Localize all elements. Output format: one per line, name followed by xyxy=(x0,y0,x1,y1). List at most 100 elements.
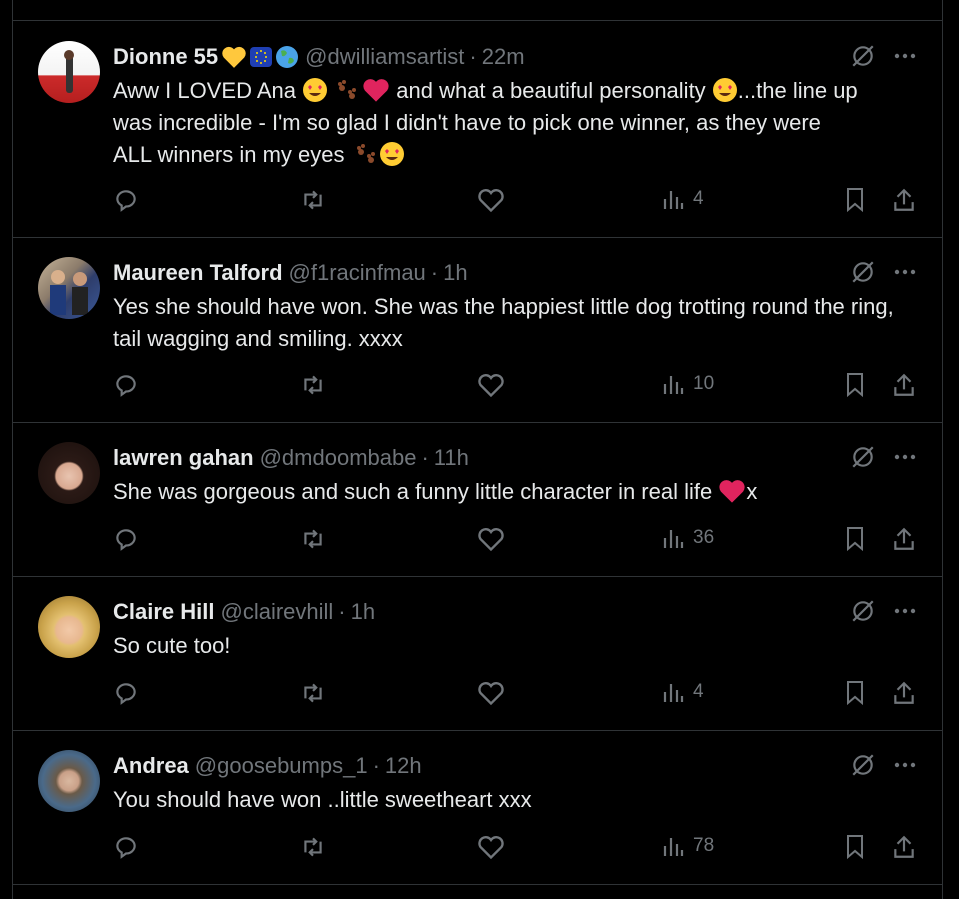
like-button[interactable] xyxy=(477,834,505,860)
reply-button[interactable] xyxy=(113,187,139,213)
repost-button[interactable] xyxy=(299,526,327,552)
grok-icon[interactable] xyxy=(850,752,876,778)
reply-text: Yes she should have won. She was the hap… xyxy=(113,294,894,351)
user-handle[interactable]: @goosebumps_1 xyxy=(195,753,368,779)
views-button[interactable]: 10 xyxy=(661,372,714,396)
user-handle[interactable]: @dwilliamsartist xyxy=(305,44,464,70)
share-button[interactable] xyxy=(891,372,917,398)
views-button[interactable]: 78 xyxy=(661,834,714,858)
globe-icon xyxy=(276,46,299,68)
grok-icon[interactable] xyxy=(850,43,876,69)
bookmark-button[interactable] xyxy=(843,372,867,398)
user-handle[interactable]: @f1racinfmau xyxy=(289,260,426,286)
bookmark-icon xyxy=(847,681,863,706)
repost-button[interactable] xyxy=(299,187,327,213)
heart-icon xyxy=(478,528,504,552)
views-count: 4 xyxy=(693,188,704,209)
heart-icon xyxy=(478,374,504,398)
reply-text-part: and what a beautiful personality xyxy=(390,78,712,103)
user-handle[interactable]: @clairevhill xyxy=(220,599,333,625)
reply-button[interactable] xyxy=(113,680,139,706)
views-button[interactable]: 4 xyxy=(661,680,704,704)
like-button[interactable] xyxy=(477,526,505,552)
bookmark-button[interactable] xyxy=(843,834,867,860)
share-button[interactable] xyxy=(891,187,917,213)
timestamp[interactable]: 1h xyxy=(443,260,467,286)
reply-item[interactable]: Maureen Talford @f1racinfmau · 1h Yes sh… xyxy=(13,237,942,423)
display-name[interactable]: Andrea xyxy=(113,753,189,779)
bookmark-icon xyxy=(847,188,863,213)
heart-eyes-emoji-icon xyxy=(379,142,404,166)
views-button[interactable]: 4 xyxy=(661,187,704,211)
views-button[interactable]: 36 xyxy=(661,526,714,550)
more-icon[interactable] xyxy=(894,53,916,59)
reply-text-part: Aww I LOVED Ana xyxy=(113,78,303,103)
share-button[interactable] xyxy=(891,526,917,552)
reply-actions: 10 xyxy=(113,372,916,404)
reply-actions: 4 xyxy=(113,680,916,712)
reply-header: Claire Hill @clairevhill · 1h xyxy=(113,596,852,628)
grok-icon[interactable] xyxy=(850,444,876,470)
reply-icon xyxy=(116,190,136,212)
repost-icon xyxy=(304,375,322,395)
display-name[interactable]: Maureen Talford xyxy=(113,260,283,286)
reply-button[interactable] xyxy=(113,526,139,552)
yellow-heart-icon xyxy=(222,46,246,68)
separator: · xyxy=(372,753,380,778)
reply-corner-actions xyxy=(850,752,916,778)
views-count: 10 xyxy=(693,373,715,394)
repost-button[interactable] xyxy=(299,372,327,398)
avatar[interactable] xyxy=(38,442,100,504)
grok-icon[interactable] xyxy=(850,259,876,285)
share-button[interactable] xyxy=(891,834,917,860)
bookmark-button[interactable] xyxy=(843,680,867,706)
timestamp[interactable]: 1h xyxy=(351,599,375,625)
reply-item[interactable]: Claire Hill @clairevhill · 1h So cute to… xyxy=(13,576,942,731)
paw-prints-emoji-icon xyxy=(338,80,357,99)
eu-flag-icon xyxy=(250,47,273,67)
avatar[interactable] xyxy=(38,750,100,812)
bookmark-button[interactable] xyxy=(843,526,867,552)
repost-icon xyxy=(304,683,322,703)
reply-text-part: ...the line up xyxy=(737,78,858,103)
separator: · xyxy=(430,260,439,285)
more-icon[interactable] xyxy=(894,762,916,768)
avatar[interactable] xyxy=(38,596,100,658)
like-button[interactable] xyxy=(477,680,505,706)
more-icon[interactable] xyxy=(894,454,916,460)
user-handle[interactable]: @dmdoombabe xyxy=(260,445,417,471)
repost-icon xyxy=(304,837,322,857)
repost-button[interactable] xyxy=(299,834,327,860)
reply-actions: 4 xyxy=(113,187,916,219)
reply-item[interactable]: lawren gahan @dmdoombabe · 11h She was g… xyxy=(13,422,942,577)
display-name[interactable]: Dionne 55 xyxy=(113,44,218,70)
reply-icon xyxy=(116,837,136,859)
timestamp[interactable]: 11h xyxy=(434,445,469,471)
bookmark-button[interactable] xyxy=(843,187,867,213)
repost-button[interactable] xyxy=(299,680,327,706)
reply-button[interactable] xyxy=(113,372,139,398)
heart-eyes-emoji-icon xyxy=(303,78,328,102)
more-icon[interactable] xyxy=(894,269,916,275)
reply-button[interactable] xyxy=(113,834,139,860)
like-button[interactable] xyxy=(477,372,505,398)
reply-item[interactable]: Dionne 55 @dwilliamsartist · 22m Aww I L… xyxy=(13,21,942,238)
timestamp[interactable]: 22m xyxy=(482,44,525,70)
display-name[interactable]: lawren gahan xyxy=(113,445,254,471)
heart-icon xyxy=(478,682,504,706)
reply-icon xyxy=(116,375,136,397)
like-button[interactable] xyxy=(477,187,505,213)
display-name[interactable]: Claire Hill xyxy=(113,599,214,625)
timestamp[interactable]: 12h xyxy=(385,753,422,779)
share-icon xyxy=(894,188,914,211)
share-icon xyxy=(894,835,914,858)
reply-text-part: She was gorgeous and such a funny little… xyxy=(113,479,719,504)
more-icon[interactable] xyxy=(894,608,916,614)
avatar[interactable] xyxy=(38,41,100,103)
reply-item[interactable]: Andrea @goosebumps_1 · 12h You should ha… xyxy=(13,730,942,885)
avatar[interactable] xyxy=(38,257,100,319)
share-button[interactable] xyxy=(891,680,917,706)
heart-icon xyxy=(478,836,504,860)
profile-badges xyxy=(221,45,299,69)
grok-icon[interactable] xyxy=(850,598,876,624)
